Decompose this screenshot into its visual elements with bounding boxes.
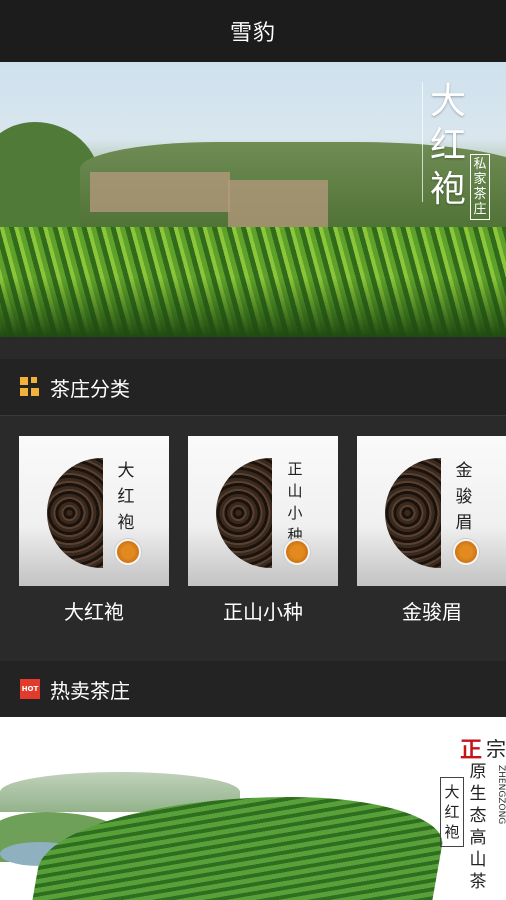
brand-char-red: 正 <box>460 737 483 763</box>
product-box-label: 大 红 袍 <box>440 777 464 847</box>
card-char: 小 <box>287 504 303 522</box>
banner-cliff <box>90 172 230 212</box>
banner-tag-char: 家 <box>473 172 487 187</box>
box-char: 大 <box>444 783 460 801</box>
card-vertical-text: 大 红 袍 <box>115 458 137 536</box>
slogan-vertical: 原 生 态 高 山 茶 <box>469 761 487 893</box>
slogan-char: 山 <box>469 850 487 870</box>
banner-title-char: 袍 <box>429 169 466 210</box>
hot-title: 热卖茶庄 <box>50 678 130 703</box>
brand-char-black: 宗 <box>486 737 506 761</box>
banner-tag: 私 家 茶 庄 <box>470 154 490 220</box>
slogan-char: 生 <box>469 784 487 804</box>
banner-title-char: 红 <box>429 125 466 166</box>
category-label[interactable]: 金骏眉 <box>357 596 506 625</box>
page-title: 雪豹 <box>229 21 276 46</box>
tea-cup-icon <box>115 539 141 565</box>
card-vertical-text: 正 山 小 种 <box>284 458 306 546</box>
card-char: 山 <box>287 482 303 500</box>
category-card-zhengshanxiaozhong[interactable]: 正 山 小 种 <box>188 436 338 586</box>
tea-cup-icon <box>284 539 310 565</box>
hot-banner-tea-field <box>29 797 451 900</box>
category-grid-icon <box>20 377 40 397</box>
hot-banner[interactable]: 正 宗 原 生 态 高 山 茶 ZHENGZONG 大 红 袍 <box>0 717 506 900</box>
banner-tag-char: 庄 <box>473 202 487 217</box>
category-card-jinjunmei[interactable]: 金 骏 眉 <box>357 436 506 586</box>
categories-title: 茶庄分类 <box>50 376 130 401</box>
banner-title-char: 大 <box>429 81 466 122</box>
tea-cup-icon <box>453 539 479 565</box>
hero-banner[interactable]: 大 红 袍 私 家 茶 庄 <box>0 62 506 337</box>
box-char: 袍 <box>444 823 460 841</box>
top-app-bar: 雪豹 <box>0 0 506 62</box>
slogan-char: 高 <box>469 828 487 848</box>
banner-title: 大 红 袍 <box>428 80 468 212</box>
category-label[interactable]: 正山小种 <box>188 596 338 625</box>
banner-shade <box>0 277 506 337</box>
hot-badge-icon: HOT <box>20 679 40 699</box>
categories-header: 茶庄分类 <box>0 359 506 416</box>
card-char: 眉 <box>455 513 473 533</box>
hot-badge-text: HOT <box>21 685 39 693</box>
banner-tag-char: 私 <box>473 157 487 172</box>
box-char: 红 <box>444 803 460 821</box>
banner-divider <box>422 82 423 202</box>
hot-header: HOT 热卖茶庄 <box>0 661 506 718</box>
card-vertical-text: 金 骏 眉 <box>453 458 475 536</box>
slogan-char: 茶 <box>469 872 487 892</box>
card-char: 袍 <box>117 513 135 533</box>
card-char: 金 <box>455 461 473 481</box>
card-char: 骏 <box>455 487 473 507</box>
card-char: 红 <box>117 487 135 507</box>
card-char: 正 <box>287 460 303 478</box>
category-list: 大 红 袍 大红袍 正 山 小 种 正山小种 金 骏 眉 金骏眉 <box>0 418 506 640</box>
slogan-char: 态 <box>469 806 487 826</box>
card-char: 大 <box>117 461 135 481</box>
brand-english: ZHENGZONG <box>496 765 506 825</box>
banner-cliff <box>228 180 328 230</box>
slogan-char: 原 <box>469 762 487 782</box>
category-label[interactable]: 大红袍 <box>19 596 169 625</box>
banner-tag-char: 茶 <box>473 187 487 202</box>
category-card-dahongpao[interactable]: 大 红 袍 <box>19 436 169 586</box>
